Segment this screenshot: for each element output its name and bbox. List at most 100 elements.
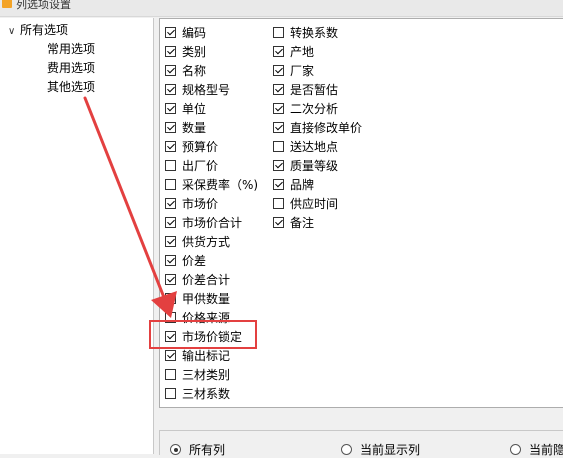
option-item[interactable]: 产地 (273, 42, 362, 61)
option-label: 三材系数 (182, 387, 231, 401)
option-item[interactable]: 二次分析 (273, 99, 362, 118)
category-tree: ∨ 所有选项 常用选项 费用选项 其他选项 (0, 18, 154, 454)
option-item[interactable]: 价格来源 (165, 308, 258, 327)
checkbox[interactable] (165, 369, 176, 380)
checkbox[interactable] (273, 179, 284, 190)
checkbox[interactable] (273, 122, 284, 133)
checkbox[interactable] (165, 46, 176, 57)
checkbox[interactable] (165, 141, 176, 152)
option-item[interactable]: 三材系数 (165, 384, 258, 403)
option-item[interactable]: 价差 (165, 251, 258, 270)
option-item[interactable]: 名称 (165, 61, 258, 80)
option-label: 市场价合计 (182, 216, 243, 230)
option-label: 价差 (182, 254, 207, 268)
option-item[interactable]: 质量等级 (273, 156, 362, 175)
scope-label: 所有列 (189, 443, 226, 457)
checkbox[interactable] (165, 160, 176, 171)
option-item[interactable]: 送达地点 (273, 137, 362, 156)
radio-button[interactable] (341, 444, 352, 455)
tree-node-label: 其他选项 (47, 80, 96, 94)
option-label: 产地 (290, 45, 315, 59)
checkbox[interactable] (165, 179, 176, 190)
checkbox[interactable] (165, 198, 176, 209)
option-item[interactable]: 类别 (165, 42, 258, 61)
checkbox[interactable] (165, 255, 176, 266)
option-label: 供应时间 (290, 197, 339, 211)
checkbox[interactable] (165, 274, 176, 285)
option-item[interactable]: 甲供数量 (165, 289, 258, 308)
option-label: 备注 (290, 216, 315, 230)
option-item[interactable]: 单位 (165, 99, 258, 118)
checkbox[interactable] (273, 160, 284, 171)
checkbox[interactable] (165, 217, 176, 228)
option-item[interactable]: 供应时间 (273, 194, 362, 213)
app-icon (2, 0, 12, 8)
checkbox[interactable] (165, 293, 176, 304)
tree-node-all[interactable]: ∨ 所有选项 (8, 21, 68, 39)
scope-option-all[interactable]: 所有列 (170, 441, 225, 458)
radio-button[interactable] (510, 444, 521, 455)
option-item[interactable]: 直接修改单价 (273, 118, 362, 137)
option-item[interactable]: 市场价 (165, 194, 258, 213)
column-options-panel: 编码 类别 名称规格型号单位 数量预算价出厂价 采保费率（%) 市场价市场价合计供货方式价… (159, 18, 563, 408)
option-label: 品牌 (290, 178, 315, 192)
option-label: 厂家 (290, 64, 315, 78)
checkbox[interactable] (165, 103, 176, 114)
option-item[interactable]: 供货方式 (165, 232, 258, 251)
option-label: 预算价 (182, 140, 219, 154)
radio-button[interactable] (170, 444, 181, 455)
scope-option-hidden[interactable]: 当前隐 (510, 441, 563, 458)
checkbox[interactable] (165, 122, 176, 133)
tree-node-fees[interactable]: 费用选项 (47, 59, 95, 77)
tree-node-other[interactable]: 其他选项 (47, 78, 95, 96)
checkbox[interactable] (165, 331, 176, 342)
option-item[interactable]: 备注 (273, 213, 362, 232)
scope-label: 当前显示列 (360, 443, 421, 457)
option-label: 规格型号 (182, 83, 231, 97)
checkbox[interactable] (165, 65, 176, 76)
option-item[interactable]: 采保费率（%) (165, 175, 258, 194)
option-item[interactable]: 价差合计 (165, 270, 258, 289)
option-item[interactable]: 市场价合计 (165, 213, 258, 232)
option-item[interactable]: 品牌 (273, 175, 362, 194)
option-label: 直接修改单价 (290, 121, 363, 135)
option-label: 质量等级 (290, 159, 339, 173)
checkbox[interactable] (165, 236, 176, 247)
checkbox[interactable] (165, 350, 176, 361)
options-column-2: 转换系数产地厂家是否暂估二次分析直接修改单价送达地点质量等级品牌供应时间备注 (273, 23, 362, 232)
tree-node-common[interactable]: 常用选项 (47, 40, 95, 58)
option-label: 价差合计 (182, 273, 231, 287)
scope-panel: 所有列 当前显示列 当前隐 (159, 430, 563, 458)
tree-node-label: 常用选项 (47, 42, 96, 56)
option-item[interactable]: 输出标记 (165, 346, 258, 365)
checkbox[interactable] (165, 84, 176, 95)
option-item[interactable]: 出厂价 (165, 156, 258, 175)
checkbox[interactable] (273, 84, 284, 95)
checkbox[interactable] (273, 141, 284, 152)
option-item[interactable]: 预算价 (165, 137, 258, 156)
option-item[interactable]: 厂家 (273, 61, 362, 80)
checkbox[interactable] (165, 312, 176, 323)
checkbox[interactable] (273, 103, 284, 114)
option-item[interactable]: 转换系数 (273, 23, 362, 42)
option-item[interactable]: 是否暂估 (273, 80, 362, 99)
checkbox[interactable] (165, 27, 176, 38)
checkbox[interactable] (273, 217, 284, 228)
checkbox[interactable] (273, 198, 284, 209)
scope-option-visible[interactable]: 当前显示列 (341, 441, 420, 458)
checkbox[interactable] (273, 27, 284, 38)
option-label: 转换系数 (290, 26, 339, 40)
scope-label: 当前隐 (529, 443, 563, 457)
option-item[interactable]: 三材类别 (165, 365, 258, 384)
checkbox[interactable] (273, 65, 284, 76)
checkbox[interactable] (273, 46, 284, 57)
option-item[interactable]: 规格型号 (165, 80, 258, 99)
chevron-down-icon[interactable]: ∨ (8, 23, 20, 41)
option-label: 二次分析 (290, 102, 339, 116)
checkbox[interactable] (165, 388, 176, 399)
option-item[interactable]: 市场价锁定 (165, 327, 258, 346)
option-label: 市场价 (182, 197, 219, 211)
option-item[interactable]: 数量 (165, 118, 258, 137)
window-title: 列选项设置 (16, 0, 71, 11)
option-item[interactable]: 编码 (165, 23, 258, 42)
